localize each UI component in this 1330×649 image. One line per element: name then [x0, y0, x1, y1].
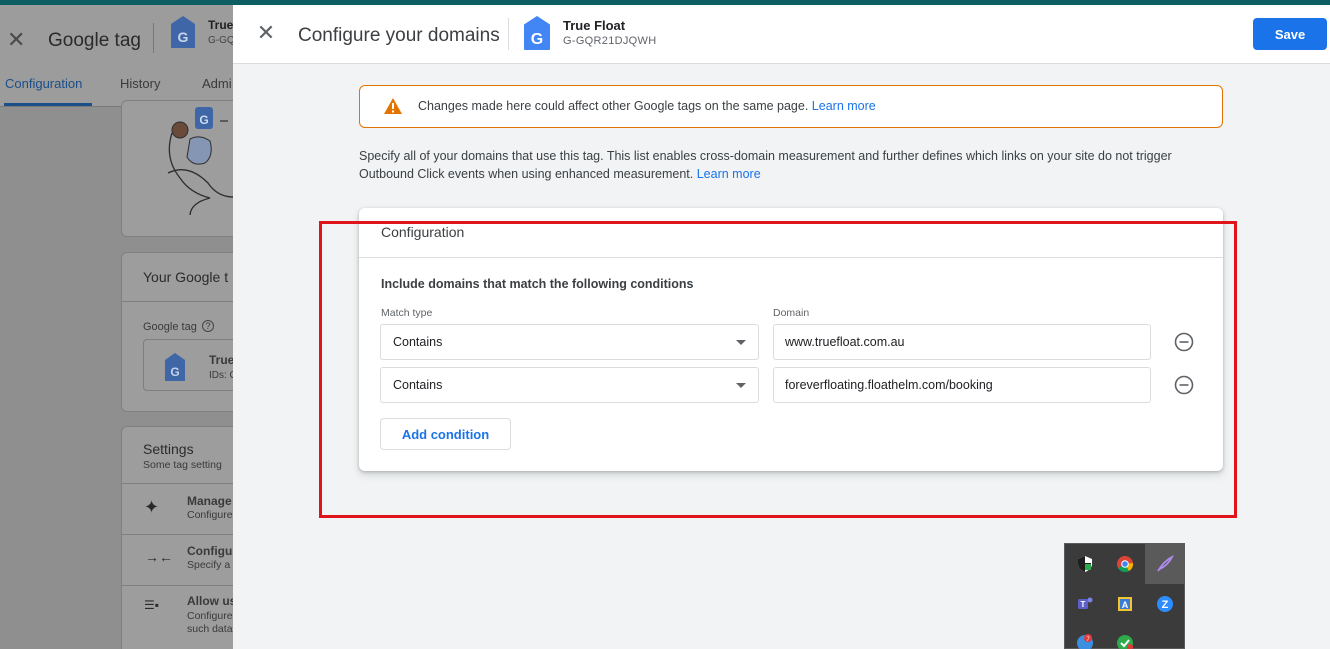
dialog-header: ✕ Configure your domains G True Float G-… — [233, 5, 1330, 64]
tag-summary-box[interactable]: G True IDs: G — [143, 339, 240, 391]
security-shield-icon — [1078, 556, 1092, 572]
teams-icon: T — [1078, 597, 1093, 609]
check-icon — [1117, 635, 1133, 649]
background-page: ✕ Google tag G True G-GQ Configuration H… — [0, 0, 240, 649]
help-icon[interactable]: ? — [202, 320, 214, 332]
description-learn-more-link[interactable]: Learn more — [697, 167, 761, 181]
tray-item-chrome[interactable] — [1105, 544, 1145, 584]
tray-item-chat[interactable]: 7 — [1065, 624, 1105, 649]
google-tag-label: Google tag — [143, 321, 197, 333]
person-illustration: G — [167, 107, 237, 215]
description-line1: Specify all of your domains that use thi… — [359, 149, 1172, 163]
chat-icon: 7 — [1077, 634, 1093, 649]
warning-message: Changes made here could affect other Goo… — [418, 99, 809, 113]
svg-text:G: G — [170, 365, 179, 379]
google-tag-icon: G — [524, 16, 550, 50]
header-separator — [153, 23, 154, 53]
warning-icon — [384, 98, 402, 114]
warning-learn-more-link[interactable]: Learn more — [812, 99, 876, 113]
domain-input[interactable] — [773, 367, 1151, 403]
domain-label: Domain — [773, 307, 810, 319]
tab-history[interactable]: History — [120, 76, 160, 91]
remove-condition-icon[interactable] — [1174, 332, 1194, 352]
system-tray-overflow: T A Z 7 — [1064, 543, 1185, 649]
background-header: ✕ Google tag G True G-GQ Configuration H… — [0, 5, 240, 107]
configuration-card: Configuration Include domains that match… — [359, 208, 1223, 471]
card-divider — [359, 257, 1223, 258]
add-condition-button[interactable]: Add condition — [380, 418, 511, 450]
background-close-icon[interactable]: ✕ — [7, 27, 25, 53]
settings-item-title: Manage — [187, 494, 232, 508]
tray-item-check[interactable] — [1105, 624, 1145, 649]
tag-id: G-GQR21DJQWH — [563, 35, 657, 47]
paint-icon: A — [1118, 597, 1132, 611]
settings-item-title: Configu — [187, 544, 233, 558]
settings-item-sub2: such data — [187, 623, 233, 635]
tray-item-security[interactable] — [1065, 544, 1105, 584]
user-data-icon: ☰▪ — [144, 598, 160, 612]
configuration-title: Configuration — [381, 224, 465, 240]
settings-item-sub: Configure — [187, 610, 233, 622]
settings-item-sub: Specify a — [187, 559, 231, 571]
your-tag-heading: Your Google t — [143, 269, 229, 285]
settings-subtitle: Some tag setting — [143, 459, 222, 471]
tag-card-name: True — [209, 353, 235, 367]
settings-item-sub: Configure — [187, 509, 233, 521]
svg-text:A: A — [1122, 600, 1129, 610]
warning-text: Changes made here could affect other Goo… — [418, 99, 876, 113]
tab-configuration[interactable]: Configuration — [5, 76, 82, 91]
settings-item-manage[interactable]: ✦ Manage Configure — [122, 484, 240, 534]
match-type-label: Match type — [381, 307, 433, 319]
active-tab-indicator — [4, 103, 92, 106]
dropdown-arrow-icon — [736, 383, 746, 388]
tray-item-feather[interactable] — [1145, 544, 1185, 584]
match-type-value: Contains — [393, 378, 443, 392]
dialog-title: Configure your domains — [298, 25, 500, 46]
header-separator — [508, 18, 509, 50]
conditions-heading: Include domains that match the following… — [381, 277, 694, 291]
domain-input[interactable] — [773, 324, 1151, 360]
chrome-icon — [1117, 556, 1134, 573]
settings-item-configure-domains[interactable]: →← Configu Specify a — [122, 535, 240, 585]
sparkle-icon: ✦ — [144, 497, 160, 517]
match-type-select[interactable]: Contains — [380, 324, 759, 360]
tray-item-teams[interactable]: T — [1065, 584, 1105, 624]
top-accent-bar — [0, 0, 1330, 5]
remove-condition-icon[interactable] — [1174, 375, 1194, 395]
svg-text:T: T — [1081, 600, 1086, 609]
tray-item-zoom[interactable]: Z — [1145, 584, 1185, 624]
merge-arrows-icon: →← — [145, 549, 173, 565]
zoom-icon: Z — [1157, 596, 1173, 612]
description: Specify all of your domains that use thi… — [359, 147, 1229, 183]
google-tag-icon: G — [171, 16, 195, 48]
description-line2: Outbound Click events when using enhance… — [359, 167, 694, 181]
match-type-value: Contains — [393, 335, 443, 349]
tag-name: True Float — [563, 18, 626, 33]
svg-text:Z: Z — [1162, 599, 1169, 611]
tray-item-paint[interactable]: A — [1105, 584, 1145, 624]
background-tag-name: True — [208, 18, 234, 32]
background-title: Google tag — [48, 30, 141, 51]
google-tag-icon: G — [165, 353, 185, 381]
warning-banner: Changes made here could affect other Goo… — [359, 85, 1223, 128]
card-divider — [122, 301, 240, 302]
match-type-select[interactable]: Contains — [380, 367, 759, 403]
tab-admin[interactable]: Admi — [202, 76, 232, 91]
svg-text:G: G — [199, 113, 208, 127]
settings-item-title: Allow us — [187, 594, 237, 608]
svg-text:G: G — [531, 31, 543, 48]
settings-heading: Settings — [143, 441, 194, 457]
save-button[interactable]: Save — [1253, 18, 1327, 50]
feather-icon — [1157, 555, 1174, 572]
settings-item-allow-user-data[interactable]: ☰▪ Allow us Configure such data — [122, 586, 240, 646]
your-google-tag-card: Your Google t Google tag ? G True IDs: G — [121, 252, 240, 412]
illustration-card: G — [121, 100, 240, 237]
dropdown-arrow-icon — [736, 340, 746, 345]
settings-card: Settings Some tag setting ✦ Manage Confi… — [121, 426, 240, 649]
background-tag-id: G-GQ — [208, 35, 235, 46]
svg-text:G: G — [178, 29, 189, 45]
close-icon[interactable]: ✕ — [255, 22, 277, 44]
